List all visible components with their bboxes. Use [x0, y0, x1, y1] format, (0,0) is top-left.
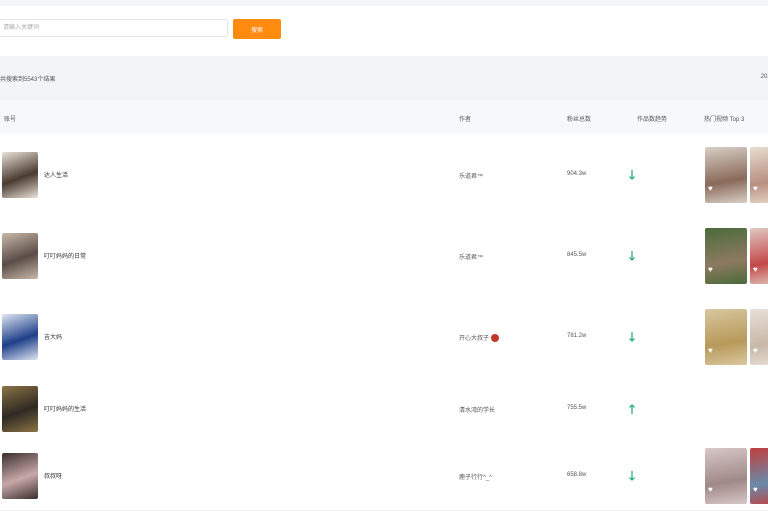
- fans-count: 658.8w: [567, 472, 587, 478]
- heart-icon: ♥: [753, 346, 758, 355]
- account-avatar[interactable]: [2, 314, 38, 360]
- trend-up-arrow-icon: [629, 404, 635, 414]
- col-top-videos: 热门视频 Top 3: [704, 117, 745, 123]
- heart-icon: ♥: [753, 265, 758, 274]
- heart-icon: ♥: [753, 184, 758, 193]
- author-name: 乐道君™: [459, 174, 484, 180]
- account-name[interactable]: 叔叔呀: [44, 471, 62, 480]
- summary-date: 2021: [760, 74, 768, 80]
- search-input[interactable]: [0, 19, 228, 37]
- heart-icon: ♥: [708, 265, 713, 274]
- table-row[interactable]: 叔叔呀 鹿子行行^_^ 658.8w ♥ ♥: [0, 441, 768, 511]
- author-name: 开心大叔子: [459, 333, 500, 343]
- author-name: 乐道君™: [459, 255, 484, 261]
- table-row[interactable]: 达人生活 乐道君™ 904.3w ♥ ♥: [0, 134, 768, 216]
- account-name[interactable]: 达人生活: [44, 170, 68, 179]
- top-video-thumbnail[interactable]: ♥: [750, 228, 768, 284]
- top-video-thumbnail[interactable]: ♥: [705, 147, 747, 203]
- top-video-thumbnail[interactable]: ♥: [750, 147, 768, 203]
- table-row[interactable]: 叮叮妈妈的生活 清水湾的学长 755.5w: [0, 377, 768, 442]
- author-name: 清水湾的学长: [459, 408, 496, 414]
- fans-count: 781.2w: [567, 333, 587, 339]
- account-avatar[interactable]: [2, 386, 38, 432]
- heart-icon: ♥: [708, 485, 713, 494]
- account-name[interactable]: 吉大妈: [44, 332, 62, 341]
- search-button[interactable]: 搜索: [233, 19, 281, 39]
- fans-count: 845.5w: [567, 252, 587, 258]
- fans-count: 904.3w: [567, 171, 587, 177]
- top-video-thumbnail[interactable]: ♥: [705, 309, 747, 365]
- heart-icon: ♥: [753, 485, 758, 494]
- trend-down-arrow-icon: [629, 471, 635, 481]
- top-video-thumbnail[interactable]: ♥: [705, 448, 747, 504]
- top-strip: [0, 0, 768, 6]
- trend-down-arrow-icon: [629, 332, 635, 342]
- account-avatar[interactable]: [2, 453, 38, 499]
- top-video-thumbnail[interactable]: ♥: [750, 309, 768, 365]
- trend-down-arrow-icon: [629, 170, 635, 180]
- verified-badge-icon: [491, 334, 500, 343]
- table-row[interactable]: 叮叮妈妈的日常 乐道君™ 845.5w ♥ ♥: [0, 215, 768, 297]
- result-count-text: 共搜索到5543个结果: [0, 77, 56, 83]
- col-trend: 作品数趋势: [637, 117, 668, 123]
- col-account: 账号: [4, 117, 17, 123]
- author-name: 鹿子行行^_^: [459, 475, 492, 481]
- top-video-thumbnail[interactable]: ♥: [750, 448, 768, 504]
- col-author: 作者: [459, 117, 472, 123]
- account-name[interactable]: 叮叮妈妈的生活: [44, 404, 86, 413]
- account-name[interactable]: 叮叮妈妈的日常: [44, 251, 86, 260]
- col-fans: 粉丝总数: [567, 117, 592, 123]
- account-avatar[interactable]: [2, 233, 38, 279]
- fans-count: 755.5w: [567, 405, 587, 411]
- top-video-thumbnail[interactable]: ♥: [705, 228, 747, 284]
- account-avatar[interactable]: [2, 152, 38, 198]
- result-summary-bar: 共搜索到5543个结果 2021: [0, 56, 768, 100]
- heart-icon: ♥: [708, 346, 713, 355]
- trend-down-arrow-icon: [629, 251, 635, 261]
- heart-icon: ♥: [708, 184, 713, 193]
- table-header: 账号 作者 粉丝总数 作品数趋势 热门视频 Top 3: [0, 100, 768, 134]
- table-row[interactable]: 吉大妈 开心大叔子 781.2w ♥ ♥: [0, 296, 768, 378]
